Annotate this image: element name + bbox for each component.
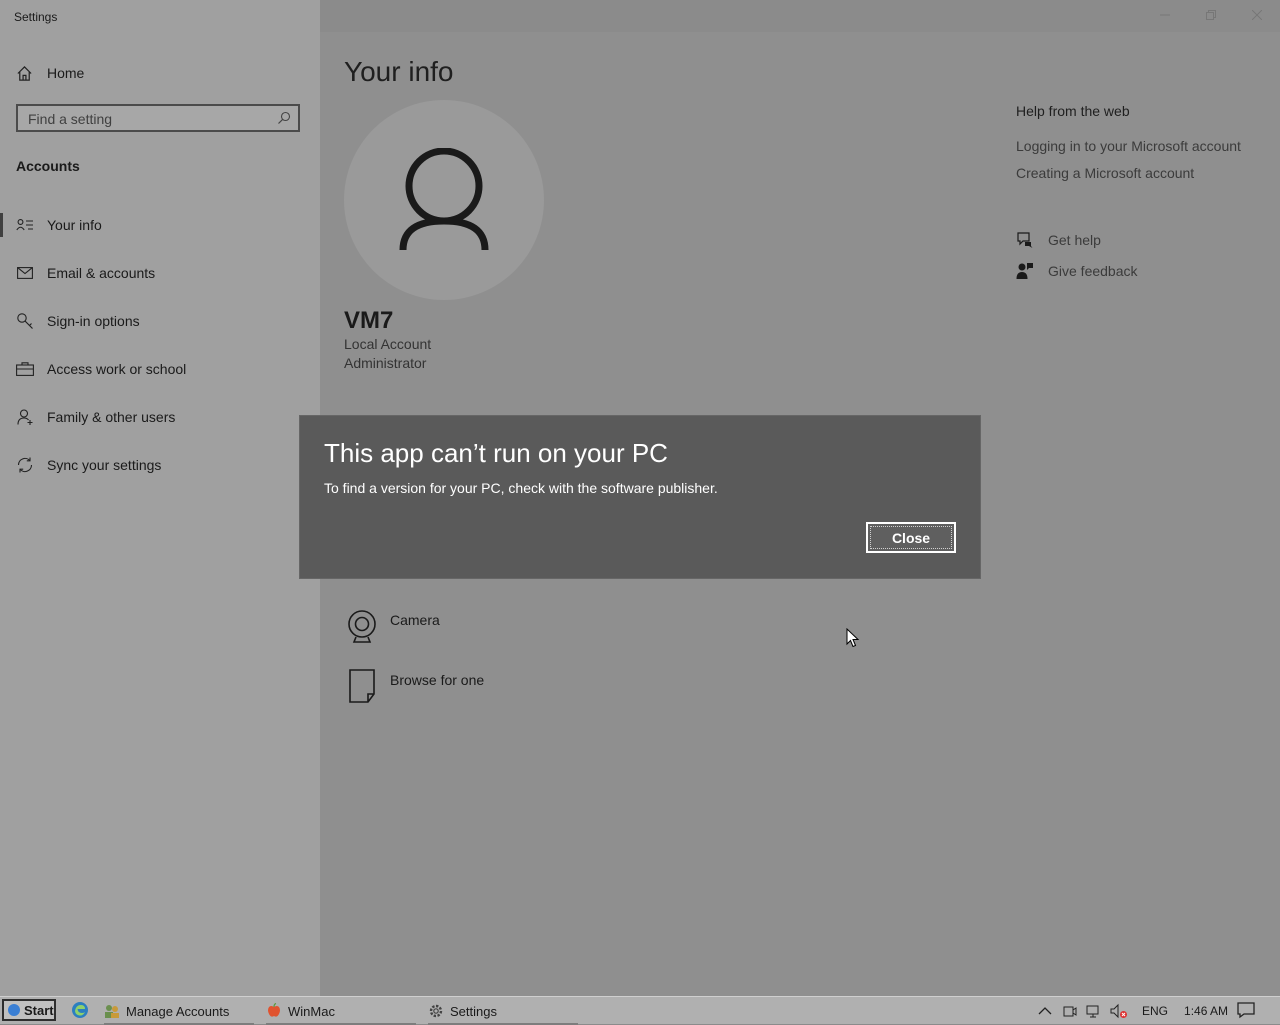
home-icon: [17, 65, 32, 81]
help-heading: Help from the web: [1016, 103, 1130, 119]
section-title: Accounts: [16, 158, 80, 174]
start-label: Start: [24, 1002, 54, 1018]
sidebar: Home Accounts Your info Email & accounts…: [0, 0, 320, 996]
meet-now-icon[interactable]: [1062, 1003, 1078, 1019]
clock[interactable]: 1:46 AM: [1184, 1004, 1228, 1018]
sidebar-item-sync-settings[interactable]: Sync your settings: [0, 445, 320, 485]
search-input[interactable]: [28, 110, 268, 128]
start-icon: [8, 1004, 20, 1016]
volume-muted-icon[interactable]: [1110, 1003, 1128, 1019]
action-center-icon[interactable]: [1236, 1000, 1256, 1020]
page-title: Your info: [344, 56, 454, 87]
network-icon[interactable]: [1086, 1003, 1102, 1019]
sidebar-item-label: Sync your settings: [47, 457, 162, 473]
mouse-pointer-icon: [846, 628, 860, 648]
task-manage-accounts[interactable]: Manage Accounts: [104, 998, 254, 1025]
task-label: WinMac: [288, 1003, 335, 1019]
restore-button[interactable]: [1188, 0, 1234, 32]
apple-icon: [268, 1003, 280, 1017]
close-icon: [1251, 9, 1263, 21]
error-dialog: This app can’t run on your PC To find a …: [300, 416, 980, 578]
sidebar-item-label: Your info: [47, 217, 102, 233]
restore-icon: [1206, 10, 1216, 20]
sidebar-item-label: Sign-in options: [47, 313, 140, 329]
close-window-button[interactable]: [1234, 0, 1280, 32]
gear-icon: [429, 1004, 443, 1018]
camera-icon: [348, 610, 376, 643]
sidebar-item-label: Access work or school: [47, 361, 187, 377]
camera-option[interactable]: Camera: [344, 608, 440, 648]
minimize-icon: [1160, 14, 1170, 16]
sidebar-item-access-work-school[interactable]: Access work or school: [0, 349, 320, 389]
chat-help-icon: [1017, 232, 1033, 248]
start-button[interactable]: Start: [2, 999, 56, 1021]
search-icon[interactable]: [277, 111, 291, 125]
sidebar-item-label: Family & other users: [47, 409, 176, 425]
sidebar-item-sign-in-options[interactable]: Sign-in options: [0, 301, 320, 341]
camera-label: Camera: [390, 612, 440, 628]
title-bar: Settings: [0, 0, 1280, 32]
sync-icon: [16, 456, 34, 474]
task-winmac[interactable]: WinMac: [266, 998, 416, 1025]
briefcase-icon: [16, 360, 34, 378]
file-icon: [349, 669, 375, 703]
selection-indicator: [0, 213, 3, 237]
taskbar: Start Manage Accounts WinMac Settings EN…: [0, 996, 1280, 1025]
task-label: Settings: [450, 1003, 497, 1019]
person-add-icon: [16, 408, 34, 426]
contact-card-icon: [16, 216, 34, 234]
language-indicator[interactable]: ENG: [1142, 1004, 1168, 1018]
chevron-up-icon[interactable]: [1038, 1006, 1052, 1016]
system-tray: ENG 1:46 AM: [1038, 997, 1228, 1025]
home-button[interactable]: Home: [16, 62, 84, 84]
person-icon: [399, 148, 489, 251]
help-link-logging-in[interactable]: Logging in to your Microsoft account: [1016, 138, 1241, 154]
get-help-label: Get help: [1048, 232, 1101, 248]
minimize-button[interactable]: [1142, 0, 1188, 32]
account-type: Local Account: [344, 336, 432, 352]
get-help-link[interactable]: Get help: [1016, 230, 1101, 250]
give-feedback-link[interactable]: Give feedback: [1016, 261, 1138, 281]
avatar: [344, 100, 544, 300]
home-label: Home: [47, 65, 85, 81]
dialog-close-button[interactable]: Close: [866, 522, 956, 553]
search-box[interactable]: [16, 104, 300, 132]
sidebar-item-label: Email & accounts: [47, 265, 156, 281]
sidebar-item-your-info[interactable]: Your info: [0, 205, 320, 245]
user-name: VM7: [344, 307, 394, 334]
window-title: Settings: [14, 10, 58, 24]
browse-label: Browse for one: [390, 672, 485, 688]
account-role: Administrator: [344, 355, 427, 371]
browse-option[interactable]: Browse for one: [344, 668, 484, 708]
task-settings[interactable]: Settings: [428, 998, 578, 1025]
help-link-creating-account[interactable]: Creating a Microsoft account: [1016, 165, 1194, 181]
sidebar-item-family-other-users[interactable]: Family & other users: [0, 397, 320, 437]
feedback-icon: [1016, 263, 1033, 279]
mail-icon: [16, 264, 34, 282]
sidebar-item-email-accounts[interactable]: Email & accounts: [0, 253, 320, 293]
task-label: Manage Accounts: [126, 1003, 230, 1019]
key-icon: [16, 312, 34, 330]
dialog-title: This app can’t run on your PC: [324, 438, 668, 468]
dialog-message: To find a version for your PC, check wit…: [324, 480, 718, 496]
edge-browser-icon[interactable]: [70, 1000, 90, 1020]
users-icon: [105, 1005, 119, 1018]
give-feedback-label: Give feedback: [1048, 263, 1138, 279]
